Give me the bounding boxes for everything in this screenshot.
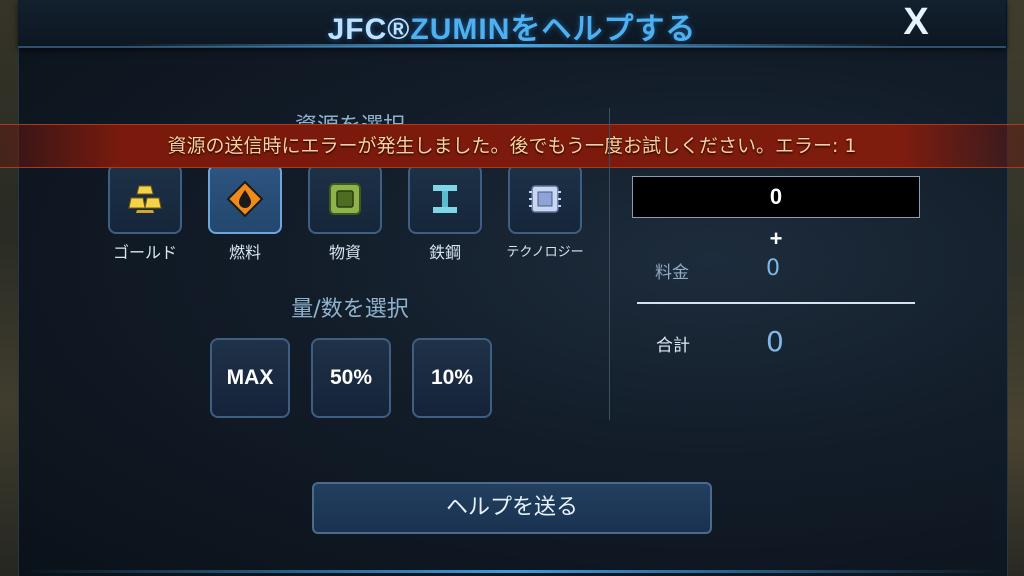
gold-bars-icon xyxy=(128,185,162,213)
steel-beam-icon xyxy=(433,185,457,213)
amount-50-percent-button[interactable]: 50% xyxy=(311,338,391,418)
amount-10-percent-button[interactable]: 10% xyxy=(412,338,492,418)
resource-supplies-button[interactable] xyxy=(308,164,382,234)
tech-chip-icon xyxy=(529,185,561,213)
resource-label-gold: ゴールド xyxy=(112,243,177,262)
fuel-drop-icon xyxy=(226,180,264,218)
fee-label: 料金 xyxy=(655,263,689,283)
amount-max-button[interactable]: MAX xyxy=(210,338,290,418)
close-button[interactable]: X xyxy=(894,2,938,42)
amount-section-label: 量/数を選択 xyxy=(291,297,409,322)
resource-label-technology: テクノロジー xyxy=(506,245,584,260)
bottom-glow-line xyxy=(18,570,1006,573)
total-label: 合計 xyxy=(656,336,690,356)
vertical-divider xyxy=(609,108,610,420)
resource-label-fuel: 燃料 xyxy=(228,243,261,262)
resource-fuel-button[interactable] xyxy=(208,164,282,234)
error-banner: 資源の送信時にエラーが発生しました。後でもう一度お試しください。エラー: 1 xyxy=(0,124,1024,168)
amount-input[interactable]: 0 xyxy=(632,176,920,218)
send-help-button[interactable]: ヘルプを送る xyxy=(312,482,712,534)
title-main: ZUMINをヘルプする xyxy=(410,13,697,46)
resource-label-supplies: 物資 xyxy=(328,243,361,262)
resource-steel-button[interactable] xyxy=(408,164,482,234)
total-value: 0 xyxy=(766,325,784,358)
plus-sign: + xyxy=(769,226,783,251)
title-prefix: JFC® xyxy=(327,13,411,46)
supply-crate-icon xyxy=(329,183,361,215)
resource-label-steel: 鉄鋼 xyxy=(428,243,461,262)
resource-technology-button[interactable] xyxy=(508,164,582,234)
fee-value: 0 xyxy=(766,256,780,281)
dialog-title: JFC®ZUMINをヘルプする xyxy=(0,4,1024,48)
resource-gold-button[interactable] xyxy=(108,164,182,234)
summary-divider xyxy=(637,302,915,304)
close-icon: X xyxy=(903,1,929,43)
